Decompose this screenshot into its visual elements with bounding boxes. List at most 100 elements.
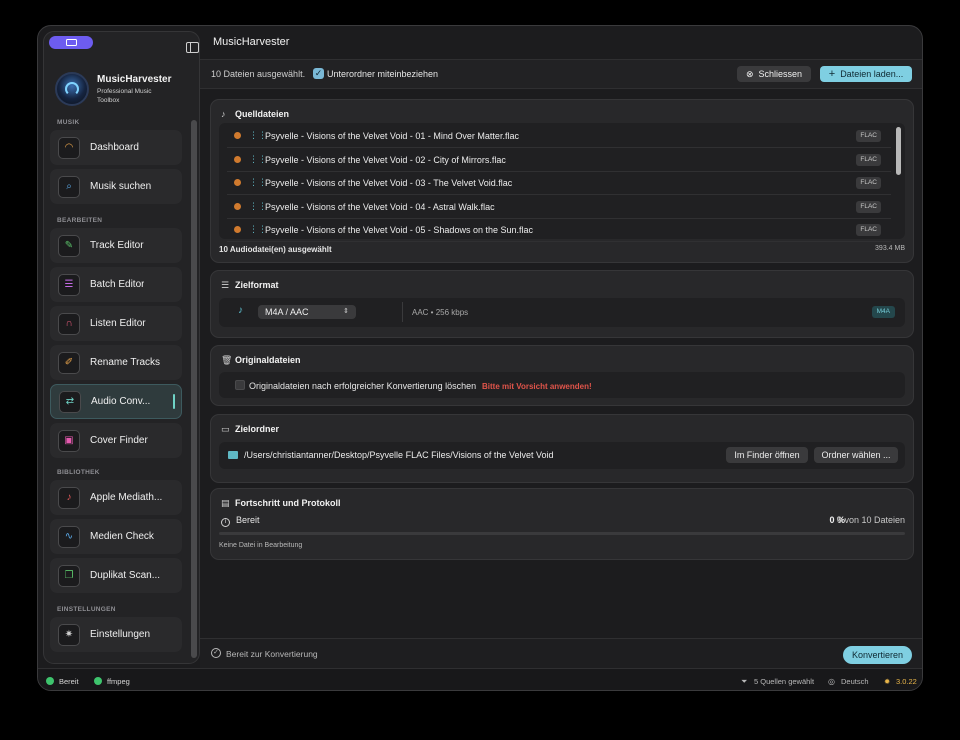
file-row[interactable]: ⋮⋮ Psyvelle - Visions of the Velvet Void … <box>227 149 891 172</box>
sources-selected[interactable]: 5 Quellen gewählt <box>754 677 814 686</box>
version-label: 3.0.22 <box>896 677 917 686</box>
subfolder-checkbox[interactable]: ✓ <box>313 68 324 79</box>
file-count: 10 Audiodatei(en) ausgewählt <box>219 245 332 254</box>
target-folder-title: Zielordner <box>235 424 280 434</box>
file-format-badge: FLAC <box>856 224 881 237</box>
sidebar-item-label: Listen Editor <box>90 318 146 329</box>
filter-icon: ⏷ <box>741 677 748 686</box>
image-icon: ▣ <box>58 429 80 452</box>
music-note-icon: ♪ <box>58 486 80 509</box>
sidebar-item-dashboard[interactable]: ◠ Dashboard <box>50 130 182 165</box>
sidebar-item-listen-editor[interactable]: ∩ Listen Editor <box>50 306 182 341</box>
sidebar-item-label: Apple Mediath... <box>90 492 163 503</box>
progress-count: 0 von 10 Dateien <box>836 515 905 525</box>
delete-originals-checkbox[interactable] <box>235 380 245 390</box>
audio-file-icon <box>234 202 241 210</box>
original-files-row: Originaldateien nach erfolgreicher Konve… <box>219 372 905 398</box>
format-tag: M4A <box>871 306 895 318</box>
language-selector[interactable]: Deutsch <box>841 677 869 686</box>
version-icon: ✹ <box>884 677 891 686</box>
sidebar-item-label: Rename Tracks <box>90 357 161 368</box>
source-files-card: ♪ Quelldateien ⋮⋮ Psyvelle - Visions of t… <box>210 99 914 263</box>
progress-title: Fortschritt und Protokoll <box>235 498 341 508</box>
sidebar-item-label: Audio Conv... <box>91 396 151 407</box>
close-button[interactable]: ⊗ Schliessen <box>737 66 811 82</box>
music-list-icon: ♪ <box>221 109 226 119</box>
progress-note: Keine Datei in Bearbeitung <box>219 542 303 549</box>
conversion-status: Bereit zur Konvertierung <box>226 649 318 659</box>
load-files-button[interactable]: + Dateien laden... <box>820 66 912 82</box>
sidebar-mode-button[interactable] <box>49 36 93 49</box>
edit-icon: ✎ <box>58 234 80 257</box>
progress-card: ▤ Fortschritt und Protokoll i Bereit 0 % … <box>210 488 914 560</box>
close-circle-icon: ⊗ <box>745 68 754 79</box>
window-title: MusicHarvester <box>213 36 290 48</box>
app-window: MusicHarvester Professional Music Toolbo… <box>37 25 923 691</box>
file-row[interactable]: ⋮⋮ Psyvelle - Visions of the Velvet Void … <box>227 219 891 243</box>
sidebar-item-audio-conv[interactable]: ⇄ Audio Conv... <box>50 384 182 419</box>
gear-icon: ✷ <box>58 623 80 646</box>
section-label-musik: MUSIK <box>57 119 80 126</box>
file-row[interactable]: ⋮⋮ Psyvelle - Visions of the Velvet Void … <box>227 125 891 148</box>
music-note-icon: ♪ <box>238 305 243 316</box>
file-list[interactable]: ⋮⋮ Psyvelle - Visions of the Velvet Void … <box>219 123 905 243</box>
plus-icon: + <box>828 68 836 80</box>
audio-file-icon <box>234 132 241 139</box>
sidebar-item-batch-editor[interactable]: ☰ Batch Editor <box>50 267 182 302</box>
sidebar-item-label: Medien Check <box>90 531 154 542</box>
sidebar-item-cover-finder[interactable]: ▣ Cover Finder <box>50 423 182 458</box>
target-folder-row: /Users/christiantanner/Desktop/Psyvelle … <box>219 442 905 469</box>
app-logo <box>55 72 89 106</box>
audio-file-icon <box>234 179 241 187</box>
load-files-label: Dateien laden... <box>840 69 904 79</box>
search-icon: ⌕ <box>58 175 80 198</box>
selection-count: 10 Dateien ausgewählt. <box>211 69 306 79</box>
folder-outline-icon: ▭ <box>221 424 230 434</box>
sidebar-item-label: Track Editor <box>90 240 144 251</box>
target-folder-path: /Users/christiantanner/Desktop/Psyvelle … <box>244 450 554 460</box>
file-row[interactable]: ⋮⋮ Psyvelle - Visions of the Velvet Void … <box>227 172 891 196</box>
target-folder-card: ▭ Zielordner /Users/christiantanner/Desk… <box>210 414 914 483</box>
total-size: 393.4 MB <box>875 245 905 252</box>
section-label-bibliothek: BIBLIOTHEK <box>57 469 100 476</box>
trash-icon: 🗑 <box>221 355 233 365</box>
duplicate-icon: ❐ <box>58 564 80 587</box>
file-format-badge: FLAC <box>856 177 881 190</box>
bottom-bar: ✓ Bereit zur Konvertierung Konvertieren <box>200 638 922 668</box>
progress-status: i Bereit <box>221 515 260 527</box>
sidebar-item-track-editor[interactable]: ✎ Track Editor <box>50 228 182 263</box>
waveform-icon: ∿ <box>58 525 80 548</box>
sidebar-item-apple-mediath[interactable]: ♪ Apple Mediath... <box>50 480 182 515</box>
sidebar-toggle-icon[interactable] <box>186 42 199 53</box>
open-in-finder-button[interactable]: Im Finder öffnen <box>726 447 808 463</box>
file-format-badge: FLAC <box>856 130 881 142</box>
sliders-icon: ☰ <box>221 280 230 290</box>
format-select[interactable]: M4A / AAC ⇕ <box>258 305 356 319</box>
original-files-title: Originaldateien <box>235 355 301 365</box>
audio-file-icon <box>234 226 241 234</box>
sidebar-item-label: Batch Editor <box>90 279 145 290</box>
format-select-value: M4A / AAC <box>265 307 309 317</box>
file-name: Psyvelle - Visions of the Velvet Void - … <box>265 178 513 189</box>
sidebar-item-einstellungen[interactable]: ✷ Einstellungen <box>50 617 182 652</box>
app-subtitle: Professional Music Toolbox <box>97 88 152 104</box>
ffmpeg-status: ffmpeg <box>107 677 130 686</box>
format-divider <box>402 302 403 322</box>
file-list-scrollbar[interactable] <box>896 127 901 175</box>
app-name: MusicHarvester <box>97 74 172 85</box>
sidebar-item-duplikat-scan[interactable]: ❐ Duplikat Scan... <box>50 558 182 593</box>
sidebar-scrollbar[interactable] <box>191 120 197 658</box>
sidebar-item-label: Duplikat Scan... <box>90 570 161 581</box>
file-row[interactable]: ⋮⋮ Psyvelle - Visions of the Velvet Void … <box>227 196 891 219</box>
sidebar-item-label: Cover Finder <box>90 435 148 446</box>
status-bar: Bereit ffmpeg ⏷ 5 Quellen gewählt ◎ Deut… <box>38 668 922 690</box>
sidebar-item-medien-check[interactable]: ∿ Medien Check <box>50 519 182 554</box>
source-files-title: Quelldateien <box>235 109 290 119</box>
sidebar-item-rename-tracks[interactable]: ✐ Rename Tracks <box>50 345 182 380</box>
choose-folder-button[interactable]: Ordner wählen ... <box>814 447 898 463</box>
sidebar-item-label: Musik suchen <box>90 181 152 192</box>
convert-button[interactable]: Konvertieren <box>843 646 912 664</box>
section-label-einstellungen: EINSTELLUNGEN <box>57 606 116 613</box>
pencil-icon: ✐ <box>58 351 80 374</box>
sidebar-item-musik-suchen[interactable]: ⌕ Musik suchen <box>50 169 182 204</box>
